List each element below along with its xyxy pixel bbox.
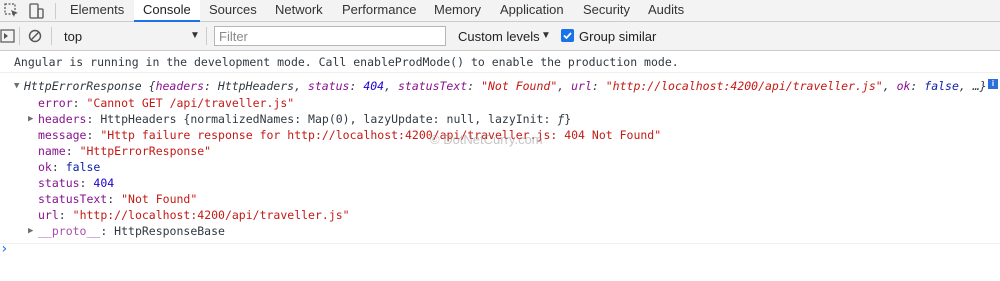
colon: : [204, 79, 218, 93]
summary-value: HttpHeaders [217, 79, 295, 93]
prop-key: statusText [38, 192, 108, 206]
prop-value: false [65, 160, 101, 174]
colon: : [591, 79, 606, 93]
device-toolbar-icon[interactable] [28, 3, 44, 19]
summary-open: { [141, 79, 156, 93]
filter-input[interactable] [214, 26, 446, 46]
prop-value: "http://localhost:4200/api/traveller.js" [72, 208, 350, 222]
comma: , [384, 79, 398, 93]
console-toolbar: top ▼ Custom levels ▼ Group similar [0, 22, 1000, 51]
tab-application[interactable]: Application [494, 0, 570, 21]
prop-value: "HttpErrorResponse" [79, 144, 212, 158]
toolbar-separator [51, 27, 52, 45]
console-message: Angular is running in the development mo… [0, 51, 1000, 73]
summary-key: ok [896, 79, 911, 93]
summary-type: HttpErrorResponse [24, 79, 142, 93]
summary-value: 404 [363, 79, 385, 93]
toolbar-separator [206, 27, 207, 45]
info-icon[interactable]: i [988, 79, 998, 89]
prop-key: name [38, 144, 66, 158]
prop-proto[interactable]: __proto__: HttpResponseBase [38, 223, 225, 239]
prop-value: "Cannot GET /api/traveller.js" [86, 96, 295, 110]
prop-key: error [38, 96, 73, 110]
comma: , [557, 79, 572, 93]
expand-triangle-icon[interactable]: ▶ [28, 114, 33, 124]
prop-detail: {normalizedNames: Map(0), lazyUpdate: nu… [176, 112, 558, 126]
summary-value: "http://localhost:4200/api/traveller.js" [605, 79, 883, 93]
prop-status: status: 404 [38, 176, 115, 190]
prop-value: "Not Found" [121, 192, 198, 206]
toolbar-separator [19, 27, 20, 45]
prop-key: status [38, 176, 80, 190]
prop-message: message: "Http failure response for http… [38, 128, 662, 142]
prop-ok: ok: false [38, 160, 101, 174]
expand-triangle-icon[interactable]: ▼ [14, 81, 19, 91]
summary-key: headers [155, 79, 205, 93]
levels-dropdown-icon[interactable]: ▼ [541, 30, 551, 41]
prop-headers[interactable]: headers: HttpHeaders {normalizedNames: M… [38, 111, 571, 127]
summary-key: status [307, 79, 350, 93]
prop-value: HttpResponseBase [114, 224, 225, 238]
tab-elements[interactable]: Elements [64, 0, 130, 21]
console-prompt-icon[interactable]: › [0, 241, 8, 257]
tab-performance[interactable]: Performance [336, 0, 422, 21]
prop-value: 404 [93, 176, 115, 190]
tab-network[interactable]: Network [269, 0, 329, 21]
colon: : [910, 79, 925, 93]
prop-key: headers [38, 112, 87, 126]
tab-security[interactable]: Security [577, 0, 636, 21]
prop-key: ok [38, 160, 52, 174]
group-similar-checkbox[interactable] [561, 29, 574, 42]
prop-key: message [38, 128, 87, 142]
show-sidebar-icon[interactable] [0, 28, 16, 44]
comma: , [294, 79, 308, 93]
prop-name: name: "HttpErrorResponse" [38, 144, 212, 158]
tab-memory[interactable]: Memory [428, 0, 487, 21]
colon: : [349, 79, 364, 93]
summary-tail: , …} [958, 79, 987, 93]
tab-audits[interactable]: Audits [642, 0, 690, 21]
tab-sources[interactable]: Sources [203, 0, 263, 21]
expand-triangle-icon[interactable]: ▶ [28, 226, 33, 236]
devtools-tabbar: Elements Console Sources Network Perform… [0, 0, 1000, 22]
prop-error: error: "Cannot GET /api/traveller.js" [38, 96, 295, 110]
clear-console-icon[interactable] [27, 28, 43, 44]
tabbar-separator [55, 3, 56, 19]
prop-value: "Http failure response for http://localh… [100, 128, 662, 142]
console-message-error-object: ▼ HttpErrorResponse {headers: HttpHeader… [0, 73, 1000, 244]
context-select[interactable]: top [64, 29, 82, 44]
summary-key: statusText [397, 79, 468, 93]
prop-close: } [564, 112, 572, 126]
prop-value: HttpHeaders [100, 112, 177, 126]
prop-key: url [38, 208, 59, 222]
log-levels-dropdown[interactable]: Custom levels [458, 29, 540, 44]
colon: : [467, 79, 482, 93]
tab-console[interactable]: Console [134, 0, 200, 22]
prop-statusText: statusText: "Not Found" [38, 192, 198, 206]
prop-url: url: "http://localhost:4200/api/travelle… [38, 208, 350, 222]
summary-value: false [924, 79, 959, 93]
inspect-element-icon[interactable] [4, 3, 20, 19]
comma: , [882, 79, 897, 93]
summary-value: "Not Found" [481, 79, 558, 93]
watermark: © DotNetCurry.com [430, 132, 543, 147]
object-summary[interactable]: HttpErrorResponse {headers: HttpHeaders,… [24, 78, 987, 94]
info-message: Angular is running in the development mo… [14, 55, 679, 69]
summary-key: url [571, 79, 592, 93]
group-similar-label: Group similar [579, 29, 657, 44]
context-dropdown-icon[interactable]: ▼ [190, 30, 200, 41]
prop-key: __proto__ [38, 224, 101, 238]
